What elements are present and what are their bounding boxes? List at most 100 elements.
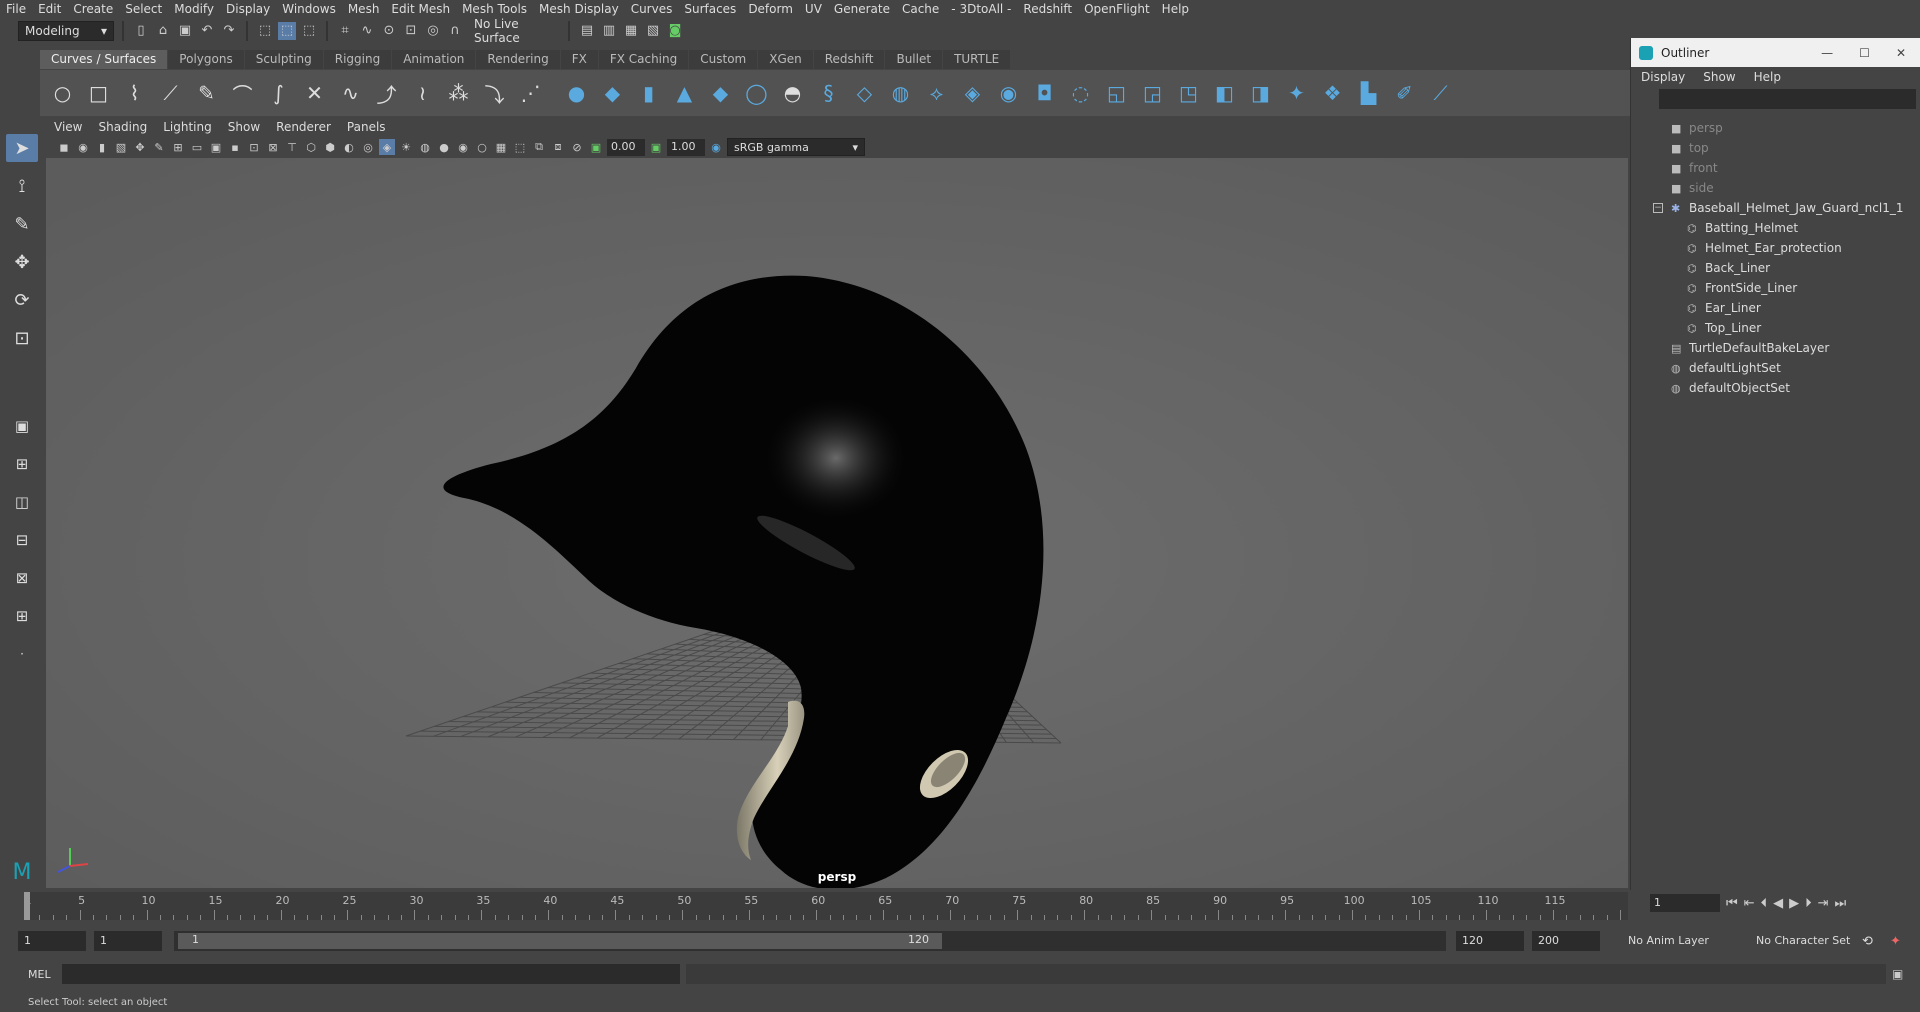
outliner-item-front[interactable]: ■ front: [1631, 158, 1920, 178]
outliner-item-baseball-helmet-jaw-guard-ncl1-1[interactable]: − ✱ Baseball_Helmet_Jaw_Guard_ncl1_1: [1631, 198, 1920, 218]
trim-tool-icon[interactable]: ◧: [1212, 81, 1237, 106]
untrim-icon[interactable]: ◨: [1248, 81, 1273, 106]
step-back-key-icon[interactable]: ⇤: [1744, 896, 1755, 911]
cv-curve-icon[interactable]: ⌇: [122, 81, 147, 106]
motion-blur-icon[interactable]: ○: [474, 139, 490, 155]
hypershade-icon[interactable]: ◙: [666, 22, 684, 40]
resolution-gate-icon[interactable]: ▣: [208, 139, 224, 155]
select-tool-icon[interactable]: ➤: [6, 134, 38, 162]
offset-surface-icon[interactable]: ◲: [1140, 81, 1165, 106]
outliner-item-helmet-ear-protection[interactable]: ⌬ Helmet_Ear_protection: [1631, 238, 1920, 258]
loft-icon[interactable]: §: [816, 81, 841, 106]
auto-key-icon[interactable]: ⟲: [1862, 934, 1873, 949]
depth-of-field-icon[interactable]: ◉: [455, 139, 471, 155]
shelf-tab-custom[interactable]: Custom: [689, 50, 758, 69]
viewport-menu-lighting[interactable]: Lighting: [163, 120, 212, 134]
pencil-curve-icon[interactable]: ✎: [194, 81, 219, 106]
current-time-indicator[interactable]: [24, 892, 30, 920]
stitch-icon[interactable]: ▙: [1356, 81, 1381, 106]
outliner-search-input[interactable]: [1659, 89, 1916, 109]
outliner-item-frontside-liner[interactable]: ⌬ FrontSide_Liner: [1631, 278, 1920, 298]
select-component-icon[interactable]: ⬚: [300, 22, 318, 40]
outliner-item-top-liner[interactable]: ⌬ Top_Liner: [1631, 318, 1920, 338]
menu-mesh[interactable]: Mesh: [348, 2, 380, 16]
menu-modify[interactable]: Modify: [174, 2, 214, 16]
gamma-icon[interactable]: ▣: [648, 139, 664, 155]
select-object-icon[interactable]: ⬚: [278, 21, 296, 40]
play-backwards-icon[interactable]: ◀: [1773, 896, 1783, 911]
graph-layout-icon[interactable]: ⊠: [6, 564, 38, 592]
xray-active-icon[interactable]: ⧈: [550, 139, 566, 155]
menu-windows[interactable]: Windows: [282, 2, 336, 16]
shelf-tab-bullet[interactable]: Bullet: [885, 50, 943, 69]
select-camera-icon[interactable]: ◼: [56, 139, 72, 155]
outliner-menu-help[interactable]: Help: [1754, 70, 1781, 84]
nurbs-cube-icon[interactable]: ◆: [600, 81, 625, 106]
custom-layout-icon[interactable]: ⊞: [6, 602, 38, 630]
menu-curves[interactable]: Curves: [631, 2, 673, 16]
animation-end-field[interactable]: 200: [1532, 931, 1600, 951]
playback-start-field[interactable]: 1: [94, 931, 162, 951]
move-tool-icon[interactable]: ✥: [6, 248, 38, 276]
snap-grid-icon[interactable]: ⌗: [336, 22, 354, 40]
safe-action-icon[interactable]: ⊠: [265, 139, 281, 155]
exposure-field[interactable]: 0.00: [607, 138, 645, 156]
backface-culling-icon[interactable]: ⊘: [569, 139, 585, 155]
menu-help[interactable]: Help: [1162, 2, 1189, 16]
ipr-render-icon[interactable]: ▦: [622, 22, 640, 40]
shelf-tab-polygons[interactable]: Polygons: [168, 50, 244, 69]
textured-icon[interactable]: ◎: [360, 139, 376, 155]
use-all-lights-icon[interactable]: ◈: [379, 139, 395, 155]
shadows-icon[interactable]: ☀: [398, 139, 414, 155]
paint-effects-icon[interactable]: ✐: [1392, 81, 1417, 106]
shelf-tab-xgen[interactable]: XGen: [758, 50, 813, 69]
menu-mesh-display[interactable]: Mesh Display: [539, 2, 619, 16]
four-pane-layout-icon[interactable]: ⊞: [6, 450, 38, 478]
menu-deform[interactable]: Deform: [748, 2, 793, 16]
anti-aliasing-icon[interactable]: ●: [436, 139, 452, 155]
shaded-wireframe-icon[interactable]: ◐: [341, 139, 357, 155]
sculpt-geometry-icon[interactable]: ✦: [1284, 81, 1309, 106]
step-forward-key-icon[interactable]: ⇥: [1818, 896, 1829, 911]
menu-cache[interactable]: Cache: [902, 2, 939, 16]
grease-pencil-icon[interactable]: ✎: [151, 139, 167, 155]
new-scene-icon[interactable]: ▯: [132, 22, 150, 40]
bevel-plus-icon[interactable]: ◈: [960, 81, 985, 106]
menu-edit[interactable]: Edit: [38, 2, 61, 16]
exposure-icon[interactable]: ▣: [588, 139, 604, 155]
collapse-toggle-icon[interactable]: −: [1653, 203, 1663, 213]
extend-surface-icon[interactable]: ◱: [1104, 81, 1129, 106]
menu-file[interactable]: File: [6, 2, 26, 16]
snap-curve-icon[interactable]: ∿: [358, 22, 376, 40]
gamma-field[interactable]: 1.00: [667, 138, 705, 156]
extrude-icon[interactable]: ◍: [888, 81, 913, 106]
camera-attributes-icon[interactable]: ◉: [75, 139, 91, 155]
menu-3dtoall[interactable]: - 3DtoAll -: [951, 2, 1011, 16]
surface-edit-icon[interactable]: ❖: [1320, 81, 1345, 106]
grid-toggle-icon[interactable]: ⊞: [170, 139, 186, 155]
outliner-item-persp[interactable]: ■ persp: [1631, 118, 1920, 138]
gate-mask-icon[interactable]: ▪: [227, 139, 243, 155]
paint-select-tool-icon[interactable]: ✎: [6, 210, 38, 238]
script-editor-icon[interactable]: ▣: [1892, 967, 1903, 981]
menu-openflight[interactable]: OpenFlight: [1084, 2, 1150, 16]
shelf-tab-rigging[interactable]: Rigging: [323, 50, 392, 69]
menu-mesh-tools[interactable]: Mesh Tools: [462, 2, 527, 16]
xray-icon[interactable]: ▦: [493, 139, 509, 155]
extend-curve-icon[interactable]: ⤴: [374, 81, 399, 107]
outliner-item-back-liner[interactable]: ⌬ Back_Liner: [1631, 258, 1920, 278]
live-surface-field[interactable]: No Live Surface: [468, 17, 560, 45]
snap-point-icon[interactable]: ⊙: [380, 22, 398, 40]
outliner-item-side[interactable]: ■ side: [1631, 178, 1920, 198]
birail-icon[interactable]: ⟡: [924, 81, 949, 106]
snap-view-icon[interactable]: ⊡: [402, 22, 420, 40]
range-bar[interactable]: 1 120: [178, 933, 942, 949]
viewport-menu-view[interactable]: View: [54, 120, 82, 134]
nurbs-cylinder-icon[interactable]: ▮: [636, 81, 661, 106]
fillet-curve-icon[interactable]: ⤵: [482, 81, 507, 107]
outliner-item-defaultlightset[interactable]: ◍ defaultLightSet: [1631, 358, 1920, 378]
current-frame-field[interactable]: 1: [1650, 894, 1720, 912]
rebuild-curve-icon[interactable]: ⁂: [446, 81, 471, 106]
nurbs-plane-icon[interactable]: ◆: [708, 81, 733, 106]
viewport-menu-panels[interactable]: Panels: [347, 120, 386, 134]
